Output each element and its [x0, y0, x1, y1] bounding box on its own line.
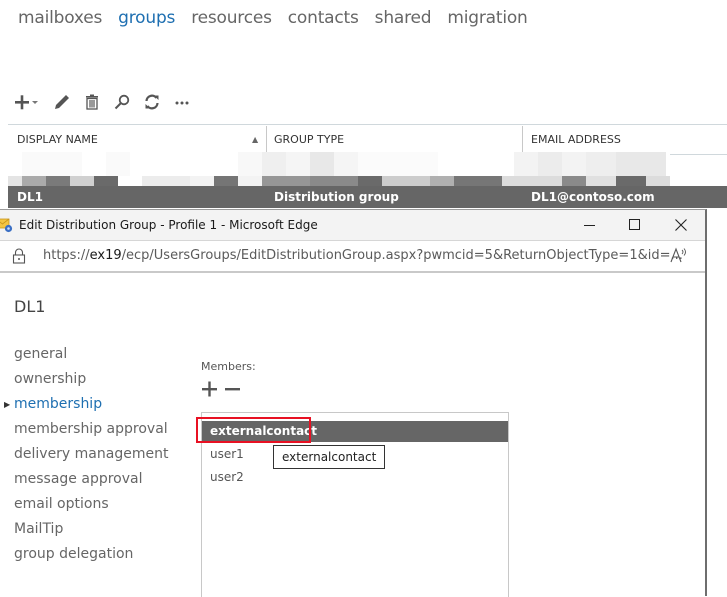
url-host: ex19 [89, 248, 122, 263]
pixelated-rows [8, 152, 670, 186]
nav-delivery-management[interactable]: delivery management [14, 442, 168, 467]
plus-icon [202, 381, 217, 397]
remove-member-button[interactable] [225, 381, 241, 397]
delete-button[interactable] [84, 94, 100, 110]
exchange-mail-icon [0, 218, 13, 233]
window-title: Edit Distribution Group - Profile 1 - Mi… [19, 218, 318, 232]
nav-migration[interactable]: migration [447, 8, 527, 28]
minimize-icon [584, 225, 595, 226]
add-button[interactable] [14, 94, 40, 110]
delete-trash-icon [86, 94, 98, 110]
more-button[interactable] [174, 94, 190, 110]
url-text[interactable]: https://ex19/ecp/UsersGroups/EditDistrib… [43, 241, 683, 271]
column-group-type[interactable]: GROUP TYPE [274, 126, 344, 154]
nav-contacts[interactable]: contacts [288, 8, 359, 28]
nav-membership-approval[interactable]: membership approval [14, 417, 168, 442]
edit-group-content: DL1 general ownership ▶ membership member… [0, 272, 705, 597]
nav-mailboxes[interactable]: mailboxes [18, 8, 102, 28]
close-icon [675, 219, 687, 231]
selected-arrow-icon: ▶ [4, 400, 11, 409]
edit-pencil-icon [55, 95, 69, 109]
refresh-button[interactable] [144, 94, 160, 110]
edit-button[interactable] [54, 94, 70, 110]
nav-general[interactable]: general [14, 342, 168, 367]
cell-display-name: DL1 [17, 190, 43, 204]
nav-group-delegation[interactable]: group delegation [14, 542, 168, 567]
url-path: /ecp/UsersGroups/EditDistributionGroup.a… [121, 248, 683, 263]
member-name: user1 [210, 447, 244, 461]
nav-message-approval[interactable]: message approval [14, 467, 168, 492]
search-icon [114, 94, 130, 110]
maximize-icon [629, 219, 640, 230]
lock-icon [12, 248, 26, 264]
column-divider[interactable] [522, 126, 523, 152]
column-divider[interactable] [266, 126, 267, 152]
grid-header: DISPLAY NAME ▲ GROUP TYPE EMAIL ADDRESS [8, 126, 727, 154]
nav-shared[interactable]: shared [375, 8, 432, 28]
nav-label: email options [14, 496, 109, 512]
member-tooltip: externalcontact [273, 445, 386, 469]
column-display-name[interactable]: DISPLAY NAME [17, 126, 262, 154]
minimize-button[interactable] [567, 210, 613, 240]
nav-label: delivery management [14, 446, 169, 462]
nav-label: membership approval [14, 421, 168, 437]
search-button[interactable] [114, 94, 130, 110]
member-name: user2 [210, 470, 244, 484]
nav-label: message approval [14, 471, 143, 487]
nav-mailtip[interactable]: MailTip [14, 517, 168, 542]
maximize-button[interactable] [612, 210, 658, 240]
sort-ascending-icon: ▲ [252, 135, 259, 144]
group-title: DL1 [14, 297, 46, 316]
nav-label: ownership [14, 371, 87, 387]
address-bar[interactable]: https://ex19/ecp/UsersGroups/EditDistrib… [0, 240, 705, 273]
table-row-selected[interactable]: DL1 Distribution group DL1@contoso.com [8, 186, 727, 208]
nav-membership[interactable]: ▶ membership [4, 392, 168, 417]
close-button[interactable] [658, 210, 704, 240]
minus-icon [225, 388, 240, 391]
grid-divider [670, 154, 727, 155]
cell-email-address: DL1@contoso.com [531, 190, 655, 204]
add-dropdown-icon [15, 95, 38, 110]
member-row[interactable]: user2 [202, 467, 508, 488]
grid-toolbar [14, 94, 190, 110]
more-ellipsis-icon [175, 101, 189, 105]
nav-label: MailTip [14, 521, 64, 537]
cell-group-type: Distribution group [274, 190, 399, 204]
nav-label: group delegation [14, 546, 134, 562]
nav-label: membership [14, 396, 103, 412]
top-navigation: mailboxes groups resources contacts shar… [18, 8, 528, 28]
window-titlebar[interactable]: Edit Distribution Group - Profile 1 - Mi… [0, 210, 705, 240]
column-email-address[interactable]: EMAIL ADDRESS [531, 126, 621, 154]
edge-popup-window: Edit Distribution Group - Profile 1 - Mi… [0, 209, 707, 597]
nav-ownership[interactable]: ownership [14, 367, 168, 392]
add-member-button[interactable] [202, 381, 218, 397]
members-label: Members: [201, 360, 256, 373]
refresh-icon [145, 94, 159, 110]
nav-email-options[interactable]: email options [14, 492, 168, 517]
nav-label: general [14, 346, 68, 362]
annotation-highlight-box [196, 417, 311, 443]
read-aloud-icon[interactable] [670, 247, 688, 263]
nav-groups[interactable]: groups [118, 8, 175, 28]
properties-nav: general ownership ▶ membership membership… [4, 342, 168, 567]
nav-resources[interactable]: resources [191, 8, 272, 28]
members-toolbar [202, 381, 241, 397]
url-scheme: https:// [43, 248, 90, 263]
grid-divider [8, 124, 727, 125]
